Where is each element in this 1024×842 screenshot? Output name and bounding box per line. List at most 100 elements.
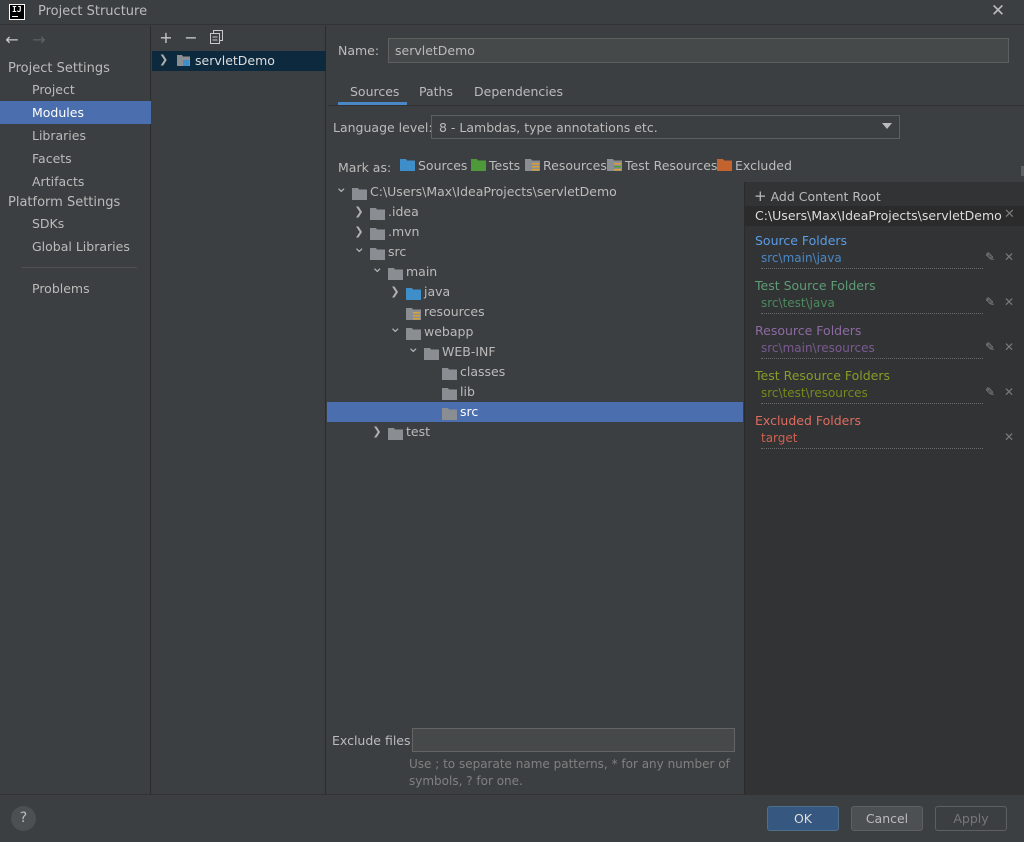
tree-node[interactable]: ⌄ WEB-INF (327, 338, 743, 362)
app-logo-icon: IJ (9, 4, 25, 20)
nav-item-sdks[interactable]: SDKs (0, 212, 151, 235)
nav-item-problems[interactable]: Problems (0, 277, 151, 300)
dropdown-arrow-icon[interactable] (882, 123, 892, 129)
tree-node-label: .idea (388, 204, 419, 219)
copy-icon[interactable] (208, 30, 224, 46)
add-icon[interactable]: + (158, 30, 174, 46)
folder-path[interactable]: src\test\java (761, 296, 983, 314)
cancel-button[interactable]: Cancel (851, 806, 923, 831)
language-level-label: Language level: (333, 120, 433, 135)
tree-node[interactable]: lib (327, 382, 743, 402)
chevron-right-icon[interactable]: ❯ (371, 422, 383, 442)
content-root-path: C:\Users\Max\IdeaProjects\servletDemo (755, 208, 1002, 223)
folder-path[interactable]: src\test\resources (761, 386, 983, 404)
chevron-right-icon[interactable]: ❯ (353, 202, 365, 222)
platform-settings-header: Platform Settings (8, 195, 121, 210)
resources-folder-icon (525, 159, 540, 171)
module-folder-icon (177, 55, 190, 66)
back-arrow-icon[interactable]: ← (3, 31, 21, 49)
nav-item-project[interactable]: Project (0, 78, 151, 101)
exclude-files-hint: Use ; to separate name patterns, * for a… (409, 757, 730, 788)
content-root-tree[interactable]: ⌄ C:\Users\Max\IdeaProjects\servletDemo ❯.… (327, 178, 743, 724)
tree-node[interactable]: src (327, 402, 743, 422)
mark-sources-button[interactable]: Sources (400, 158, 467, 176)
forward-arrow-icon[interactable]: → (30, 31, 48, 49)
tree-node[interactable]: ⌄ main (327, 258, 743, 282)
tree-node[interactable]: ❯ .idea (327, 202, 743, 222)
tree-node-label: lib (460, 384, 475, 399)
remove-folder-icon[interactable]: ✕ (1004, 250, 1014, 264)
chevron-down-icon[interactable]: ⌄ (335, 177, 348, 197)
tree-node[interactable]: ❯ test (327, 422, 743, 442)
folder-section-title: Test Resource Folders (755, 368, 891, 383)
tree-node[interactable]: ⌄ webapp (327, 318, 743, 342)
folder-section-title: Source Folders (755, 233, 848, 248)
exclude-files-input[interactable] (412, 728, 735, 752)
module-label: servletDemo (195, 53, 275, 68)
chevron-down-icon[interactable]: ⌄ (407, 337, 420, 357)
tree-node-label: test (406, 424, 431, 439)
language-level-select[interactable]: 8 - Lambdas, type annotations etc. (431, 115, 900, 139)
tab-dependencies[interactable]: Dependencies (474, 84, 563, 105)
add-content-root-button[interactable]: + Add Content Root (754, 187, 881, 205)
content-root-header: C:\Users\Max\IdeaProjects\servletDemo ✕ (745, 206, 1024, 226)
tree-node[interactable]: classes (327, 362, 743, 382)
remove-folder-icon[interactable]: ✕ (1004, 295, 1014, 309)
edit-icon[interactable]: ✎ (985, 340, 995, 354)
mark-excluded-button[interactable]: Excluded (717, 158, 792, 176)
close-icon[interactable]: ✕ (990, 3, 1006, 20)
tree-node[interactable]: ⌄ C:\Users\Max\IdeaProjects\servletDemo (327, 178, 743, 202)
tabs-divider (328, 105, 1024, 106)
tree-node-label: resources (424, 304, 485, 319)
tree-node-label: webapp (424, 324, 474, 339)
tree-node[interactable]: ❯ .mvn (327, 222, 743, 242)
remove-folder-icon[interactable]: ✕ (1004, 340, 1014, 354)
chevron-down-icon[interactable]: ⌄ (353, 237, 366, 257)
remove-folder-icon[interactable]: ✕ (1004, 430, 1014, 444)
edit-icon[interactable]: ✎ (985, 385, 995, 399)
folder-path[interactable]: target (761, 431, 983, 449)
nav-item-libraries[interactable]: Libraries (0, 124, 151, 147)
remove-icon[interactable]: − (183, 30, 199, 46)
dialog-button-bar: ? OK Cancel Apply (0, 794, 1024, 842)
nav-item-artifacts[interactable]: Artifacts (0, 170, 151, 193)
chevron-down-icon[interactable]: ⌄ (389, 317, 402, 337)
source-folder-icon (400, 159, 415, 171)
module-name-input[interactable] (388, 38, 1009, 63)
help-button[interactable]: ? (11, 806, 36, 831)
tree-node-label: java (424, 284, 451, 299)
tree-node-label: src (460, 404, 479, 419)
nav-item-global-libraries[interactable]: Global Libraries (0, 235, 151, 258)
nav-divider (22, 267, 137, 268)
name-label: Name: (338, 43, 380, 58)
ok-button[interactable]: OK (767, 806, 839, 831)
tree-node[interactable]: ❯ java (327, 282, 743, 302)
chevron-down-icon[interactable]: ⌄ (371, 257, 384, 277)
chevron-right-icon[interactable]: ❯ (389, 282, 401, 302)
apply-button[interactable]: Apply (935, 806, 1007, 831)
chevron-right-icon[interactable]: ❯ (159, 53, 168, 66)
window-title: Project Structure (38, 4, 148, 19)
edit-icon[interactable]: ✎ (985, 250, 995, 264)
tree-node-label: classes (460, 364, 506, 379)
mark-tests-button[interactable]: Tests (471, 158, 520, 176)
mark-test-resources-button[interactable]: Test Resources (607, 158, 717, 176)
folder-path[interactable]: src\main\resources (761, 341, 983, 359)
folder-section-title: Excluded Folders (755, 413, 862, 428)
content-roots-panel: + Add Content Root C:\Users\Max\IdeaProj… (744, 182, 1024, 794)
test-resources-folder-icon (607, 159, 622, 171)
edit-icon[interactable]: ✎ (985, 295, 995, 309)
folder-path[interactable]: src\main\java (761, 251, 983, 269)
remove-root-icon[interactable]: ✕ (1004, 207, 1015, 222)
nav-item-facets[interactable]: Facets (0, 147, 151, 170)
tree-node[interactable]: ⌄ src (327, 238, 743, 262)
remove-folder-icon[interactable]: ✕ (1004, 385, 1014, 399)
tab-paths[interactable]: Paths (419, 84, 453, 105)
tree-node-label: C:\Users\Max\IdeaProjects\servletDemo (370, 184, 617, 199)
module-item[interactable]: ❯ servletDemo (152, 51, 326, 71)
mark-resources-button[interactable]: Resources (525, 158, 607, 176)
tree-node-label: WEB-INF (442, 344, 496, 359)
tree-node-label: .mvn (388, 224, 420, 239)
modules-panel: + − ❯ servletDemo (152, 26, 326, 794)
nav-item-modules[interactable]: Modules (0, 101, 151, 124)
